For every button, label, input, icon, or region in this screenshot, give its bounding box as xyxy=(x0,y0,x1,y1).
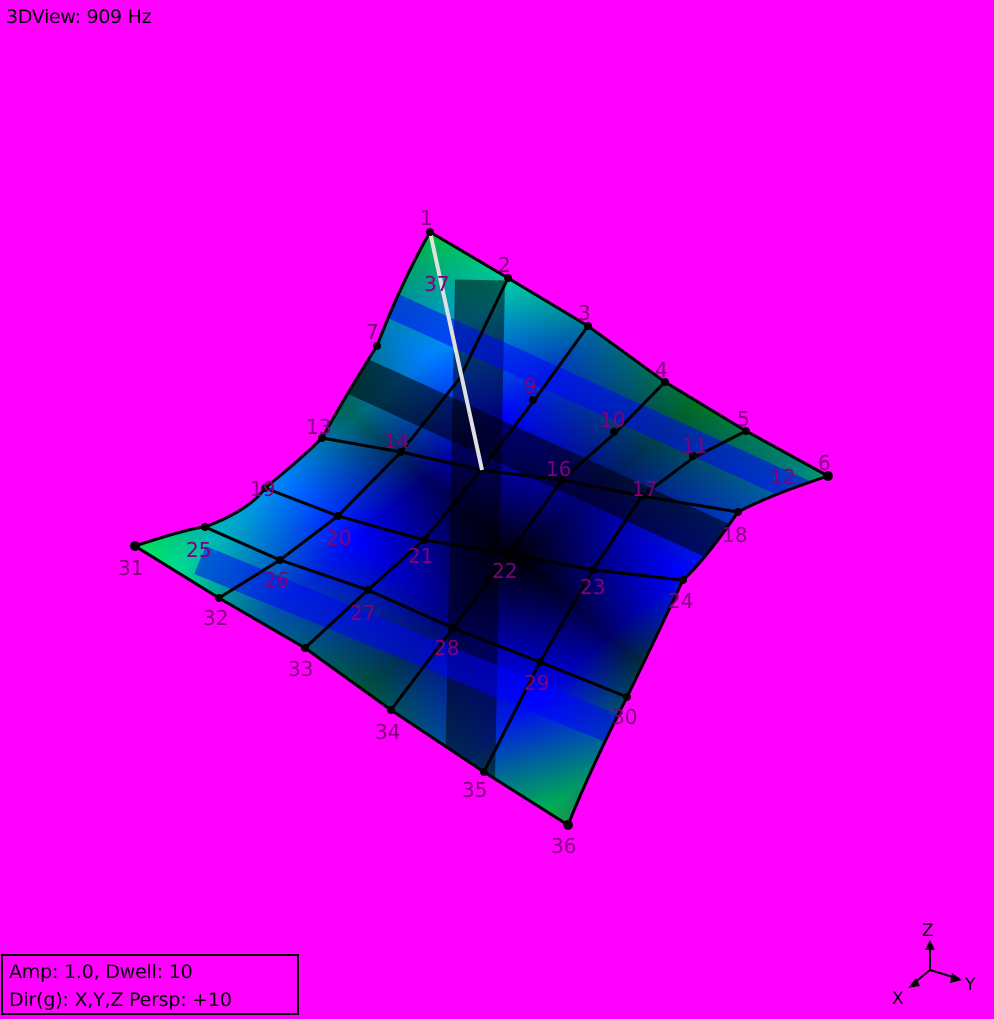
animation-status-panel: Amp: 1.0, Dwell: 10 Dir(g): X,Y,Z Persp:… xyxy=(1,954,299,1015)
node-label: 23 xyxy=(580,575,605,599)
direction-persp-text: Dir(g): X,Y,Z Persp: +10 xyxy=(9,989,232,1011)
node-label: 36 xyxy=(551,834,576,858)
node-label: 27 xyxy=(350,601,375,625)
node-label: 12 xyxy=(770,465,795,489)
amp-dwell-text: Amp: 1.0, Dwell: 10 xyxy=(9,961,193,983)
node-label: 2 xyxy=(498,253,511,277)
node-label: 30 xyxy=(612,705,637,729)
node-label: 4 xyxy=(655,358,668,382)
node-label: 9 xyxy=(524,374,537,398)
mode-shape-mesh[interactable]: 1 2 3 4 5 6 7 8 9 10 11 12 13 14 15 16 1… xyxy=(0,0,994,1019)
axis-y-label: Y xyxy=(964,975,976,995)
node-label: 26 xyxy=(264,568,289,592)
axis-x-label: X xyxy=(892,989,904,1009)
node-label: 11 xyxy=(682,434,707,458)
node-label: 6 xyxy=(818,451,831,475)
node-label: 32 xyxy=(203,606,228,630)
node-label: 29 xyxy=(524,671,549,695)
node-label: 34 xyxy=(375,720,400,744)
node-label: 3 xyxy=(578,301,591,325)
node-label: 37 xyxy=(424,272,449,296)
node-label: 19 xyxy=(250,477,275,501)
node-label: 28 xyxy=(434,636,459,660)
node-label: 14 xyxy=(384,429,409,453)
axis-z-label: Z xyxy=(922,921,934,941)
node-label: 25 xyxy=(186,538,211,562)
node-label: 7 xyxy=(366,320,379,344)
node-label: 22 xyxy=(492,559,517,583)
node-label: 17 xyxy=(632,477,657,501)
node-label: 35 xyxy=(462,778,487,802)
node-label: 16 xyxy=(546,457,571,481)
node-label: 24 xyxy=(668,589,693,613)
node-label: 21 xyxy=(408,544,433,568)
node-label: 31 xyxy=(118,556,143,580)
node-label: 5 xyxy=(737,407,750,431)
node-label: 20 xyxy=(326,526,351,550)
node-label: 18 xyxy=(722,523,747,547)
axis-triad-icon: Z Y X xyxy=(892,921,976,1009)
node-label: 13 xyxy=(306,415,331,439)
node-label: 1 xyxy=(420,206,433,230)
node-label: 10 xyxy=(600,408,625,432)
node-label: 33 xyxy=(288,657,313,681)
